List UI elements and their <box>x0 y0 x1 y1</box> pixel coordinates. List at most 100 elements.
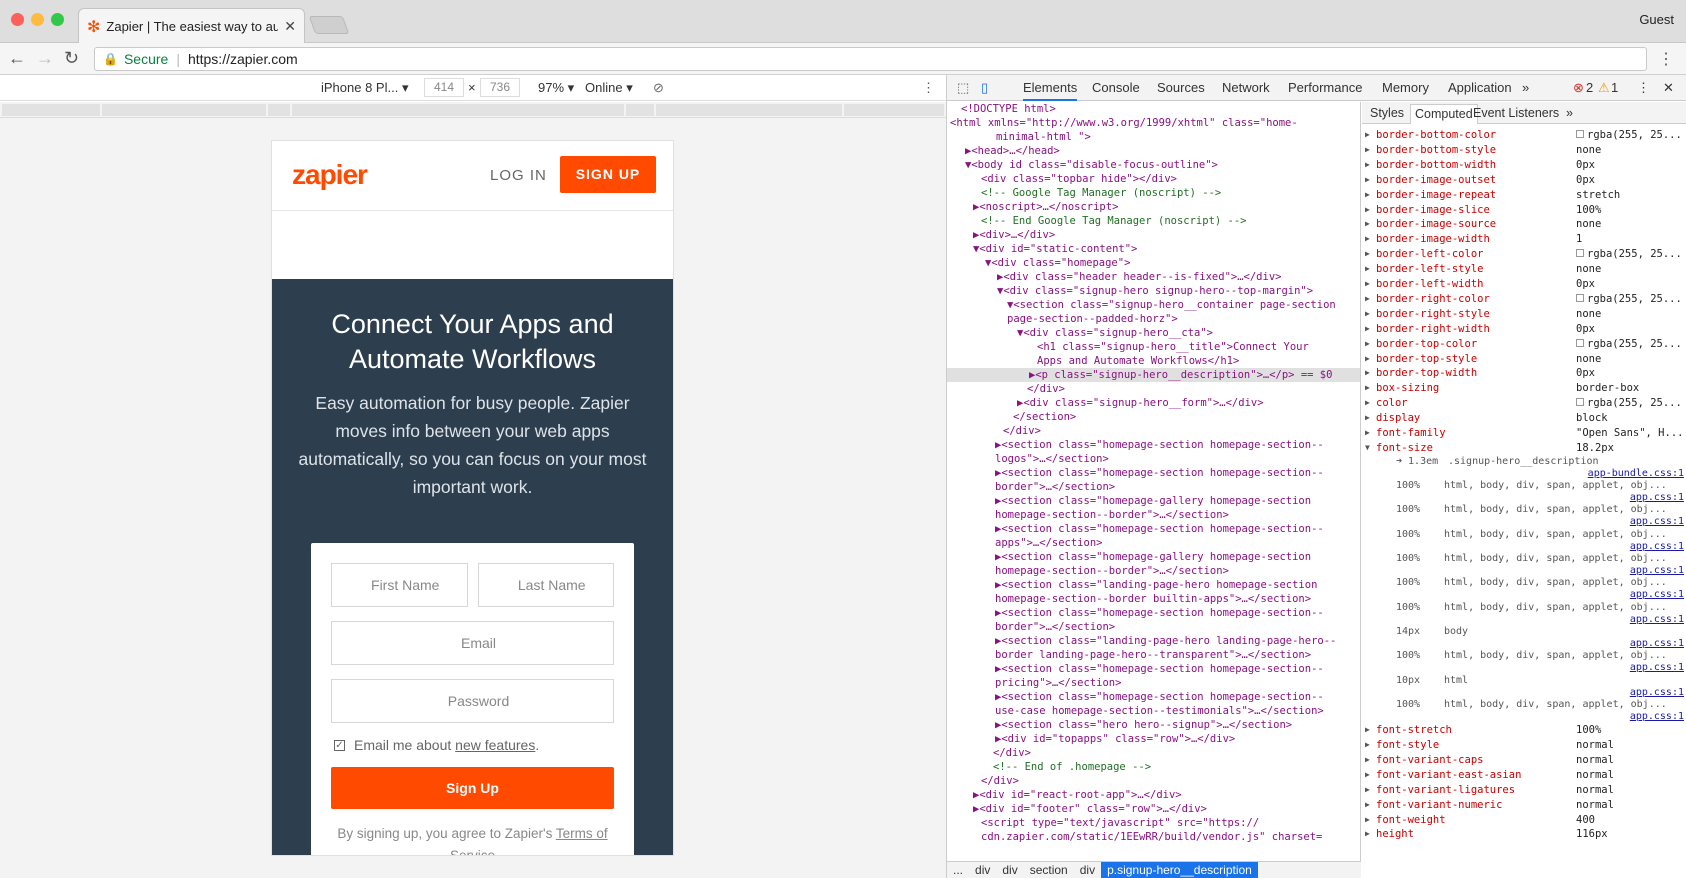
tab-memory[interactable]: Memory <box>1382 80 1429 95</box>
dom-node[interactable]: border">…</section> <box>947 620 1115 634</box>
expand-triangle-icon[interactable]: ▶ <box>1365 783 1370 797</box>
dom-node[interactable]: ▼<body id class="disable-focus-outline"> <box>947 158 1218 172</box>
crumb-active[interactable]: p.signup-hero__description <box>1101 862 1258 878</box>
dom-node[interactable]: <!-- End of .homepage --> <box>947 760 1151 774</box>
expand-triangle-icon[interactable]: ▶ <box>1365 411 1370 425</box>
new-features-link[interactable]: new features <box>455 737 535 753</box>
expand-triangle-icon[interactable]: ▶ <box>1365 352 1370 366</box>
dom-node[interactable]: ▶<section class="homepage-section homepa… <box>947 522 1324 536</box>
dom-node[interactable]: <h1 class="signup-hero__title">Connect Y… <box>947 340 1309 354</box>
trace-source-link[interactable]: app.css:1 <box>1630 565 1684 577</box>
warning-count[interactable]: 1 <box>1611 80 1618 95</box>
dom-node[interactable]: pricing">…</section> <box>947 676 1121 690</box>
elements-tree[interactable]: <!DOCTYPE html> <html xmlns="http://www.w… <box>947 102 1361 862</box>
dom-node[interactable]: homepage-section--border">…</section> <box>947 564 1229 578</box>
dom-node[interactable]: ▶<head>…</head> <box>947 144 1060 158</box>
expand-triangle-icon[interactable]: ▶ <box>1365 173 1370 187</box>
password-field[interactable]: Password <box>331 679 614 723</box>
opt-in-checkbox[interactable]: ✓ <box>334 739 345 751</box>
trace-source-link[interactable]: app.css:1 <box>1630 589 1684 601</box>
dom-node[interactable]: ▼<section class="signup-hero__container … <box>947 298 1336 312</box>
dom-node[interactable]: ▼<div class="homepage"> <box>947 256 1130 270</box>
error-count[interactable]: 2 <box>1586 80 1593 95</box>
first-name-field[interactable]: First Name <box>331 563 468 607</box>
expand-triangle-icon[interactable]: ▶ <box>1365 232 1370 246</box>
trace-source-link[interactable]: app.css:1 <box>1630 711 1684 723</box>
email-field[interactable]: Email <box>331 621 614 665</box>
dom-node[interactable]: minimal-html "> <box>947 130 1091 144</box>
crumb[interactable]: div <box>969 862 996 878</box>
tab-event-listeners[interactable]: Event Listeners <box>1473 106 1559 120</box>
dom-node[interactable]: ▶<section class="hero hero--signup">…</s… <box>947 718 1292 732</box>
dom-node[interactable]: ▶<div class="signup-hero__form">…</div> <box>947 396 1264 410</box>
signup-submit-button[interactable]: Sign Up <box>331 767 614 809</box>
expand-triangle-icon[interactable]: ▶ <box>1365 128 1370 142</box>
expand-triangle-icon[interactable]: ▶ <box>1365 322 1370 336</box>
expand-triangle-icon[interactable]: ▶ <box>1365 247 1370 261</box>
dom-node[interactable]: ▶<div>…</div> <box>947 228 1055 242</box>
device-toggle-icon[interactable]: ▯ <box>981 80 988 96</box>
dom-node[interactable]: </div> <box>947 382 1065 396</box>
crumb[interactable]: section <box>1024 862 1074 878</box>
more-tabs-icon[interactable]: » <box>1522 80 1529 95</box>
maximize-window-button[interactable] <box>51 13 64 26</box>
dom-node[interactable]: homepage-section--border builtin-apps">…… <box>947 592 1311 606</box>
close-tab-icon[interactable]: ✕ <box>284 18 296 35</box>
network-select[interactable]: Online ▾ <box>585 80 633 96</box>
tab-computed[interactable]: Computed <box>1410 104 1478 124</box>
device-height-input[interactable]: 736 <box>480 78 520 97</box>
login-link[interactable]: LOG IN <box>490 167 547 184</box>
tab-performance[interactable]: Performance <box>1288 80 1362 95</box>
expand-triangle-icon[interactable]: ▶ <box>1365 203 1370 217</box>
dom-node[interactable]: ▶<section class="homepage-gallery homepa… <box>947 550 1311 564</box>
dom-node[interactable]: ▼<div id="static-content"> <box>947 242 1137 256</box>
crumb[interactable]: ... <box>947 862 969 878</box>
expand-triangle-icon[interactable]: ▶ <box>1365 426 1370 440</box>
expand-triangle-icon[interactable]: ▶ <box>1365 827 1370 841</box>
device-width-input[interactable]: 414 <box>424 78 464 97</box>
dom-node[interactable]: ▶<section class="homepage-gallery homepa… <box>947 494 1311 508</box>
dom-node[interactable]: ▼<div class="signup-hero__cta"> <box>947 326 1213 340</box>
tab-styles[interactable]: Styles <box>1370 106 1404 120</box>
dom-node[interactable]: <!-- Google Tag Manager (noscript) --> <box>947 186 1221 200</box>
trace-source-link[interactable]: app.css:1 <box>1630 614 1684 626</box>
dom-node[interactable]: <html xmlns="http://www.w3.org/1999/xhtm… <box>947 116 1298 130</box>
dom-node[interactable]: </div> <box>947 746 1031 760</box>
expand-triangle-icon[interactable]: ▶ <box>1365 381 1370 395</box>
trace-source-link[interactable]: app-bundle.css:1 <box>1588 468 1684 480</box>
rotate-icon[interactable]: ⊘ <box>653 80 664 96</box>
dom-node[interactable]: Apps and Automate Workflows</h1> <box>947 354 1239 368</box>
more-style-tabs-icon[interactable]: » <box>1566 106 1573 120</box>
expand-triangle-icon[interactable]: ▶ <box>1365 143 1370 157</box>
dom-node[interactable]: page-section--padded-horz"> <box>947 312 1178 326</box>
expand-triangle-icon[interactable]: ▶ <box>1365 188 1370 202</box>
dom-node[interactable]: cdn.zapier.com/static/1EEwRR/build/vendo… <box>947 830 1322 844</box>
trace-source-link[interactable]: app.css:1 <box>1630 662 1684 674</box>
tab-elements[interactable]: Elements <box>1023 80 1078 101</box>
dom-node[interactable]: ▶<section class="homepage-section homepa… <box>947 690 1324 704</box>
dom-node[interactable]: </div> <box>947 774 1019 788</box>
expand-triangle-icon[interactable]: ▶ <box>1365 292 1370 306</box>
dom-node[interactable]: ▶<div id="topapps" class="row">…</div> <box>947 732 1235 746</box>
expand-triangle-icon[interactable]: ▶ <box>1365 768 1370 782</box>
color-swatch[interactable] <box>1576 249 1584 258</box>
expand-triangle-icon[interactable]: ▶ <box>1365 723 1370 737</box>
back-icon[interactable]: ← <box>8 48 26 69</box>
color-swatch[interactable] <box>1576 338 1584 347</box>
trace-source-link[interactable]: app.css:1 <box>1630 541 1684 553</box>
color-swatch[interactable] <box>1576 398 1584 407</box>
minimize-window-button[interactable] <box>31 13 44 26</box>
expand-triangle-icon[interactable]: ▶ <box>1365 798 1370 812</box>
trace-source-link[interactable]: app.css:1 <box>1630 638 1684 650</box>
dom-node[interactable]: <div class="topbar hide"></div> <box>947 172 1177 186</box>
dom-node[interactable]: border landing-page-hero--transparent">…… <box>947 648 1311 662</box>
expand-triangle-icon[interactable]: ▶ <box>1365 738 1370 752</box>
reload-icon[interactable]: ↻ <box>64 48 79 69</box>
tab-console[interactable]: Console <box>1092 80 1140 95</box>
expand-triangle-icon[interactable]: ▶ <box>1365 158 1370 172</box>
expand-triangle-icon[interactable]: ▼ <box>1365 441 1370 455</box>
forward-icon[interactable]: → <box>36 48 54 69</box>
dom-node[interactable]: ▶<div class="header header--is-fixed">…<… <box>947 270 1281 284</box>
color-swatch[interactable] <box>1576 293 1584 302</box>
header-signup-button[interactable]: SIGN UP <box>560 156 656 193</box>
